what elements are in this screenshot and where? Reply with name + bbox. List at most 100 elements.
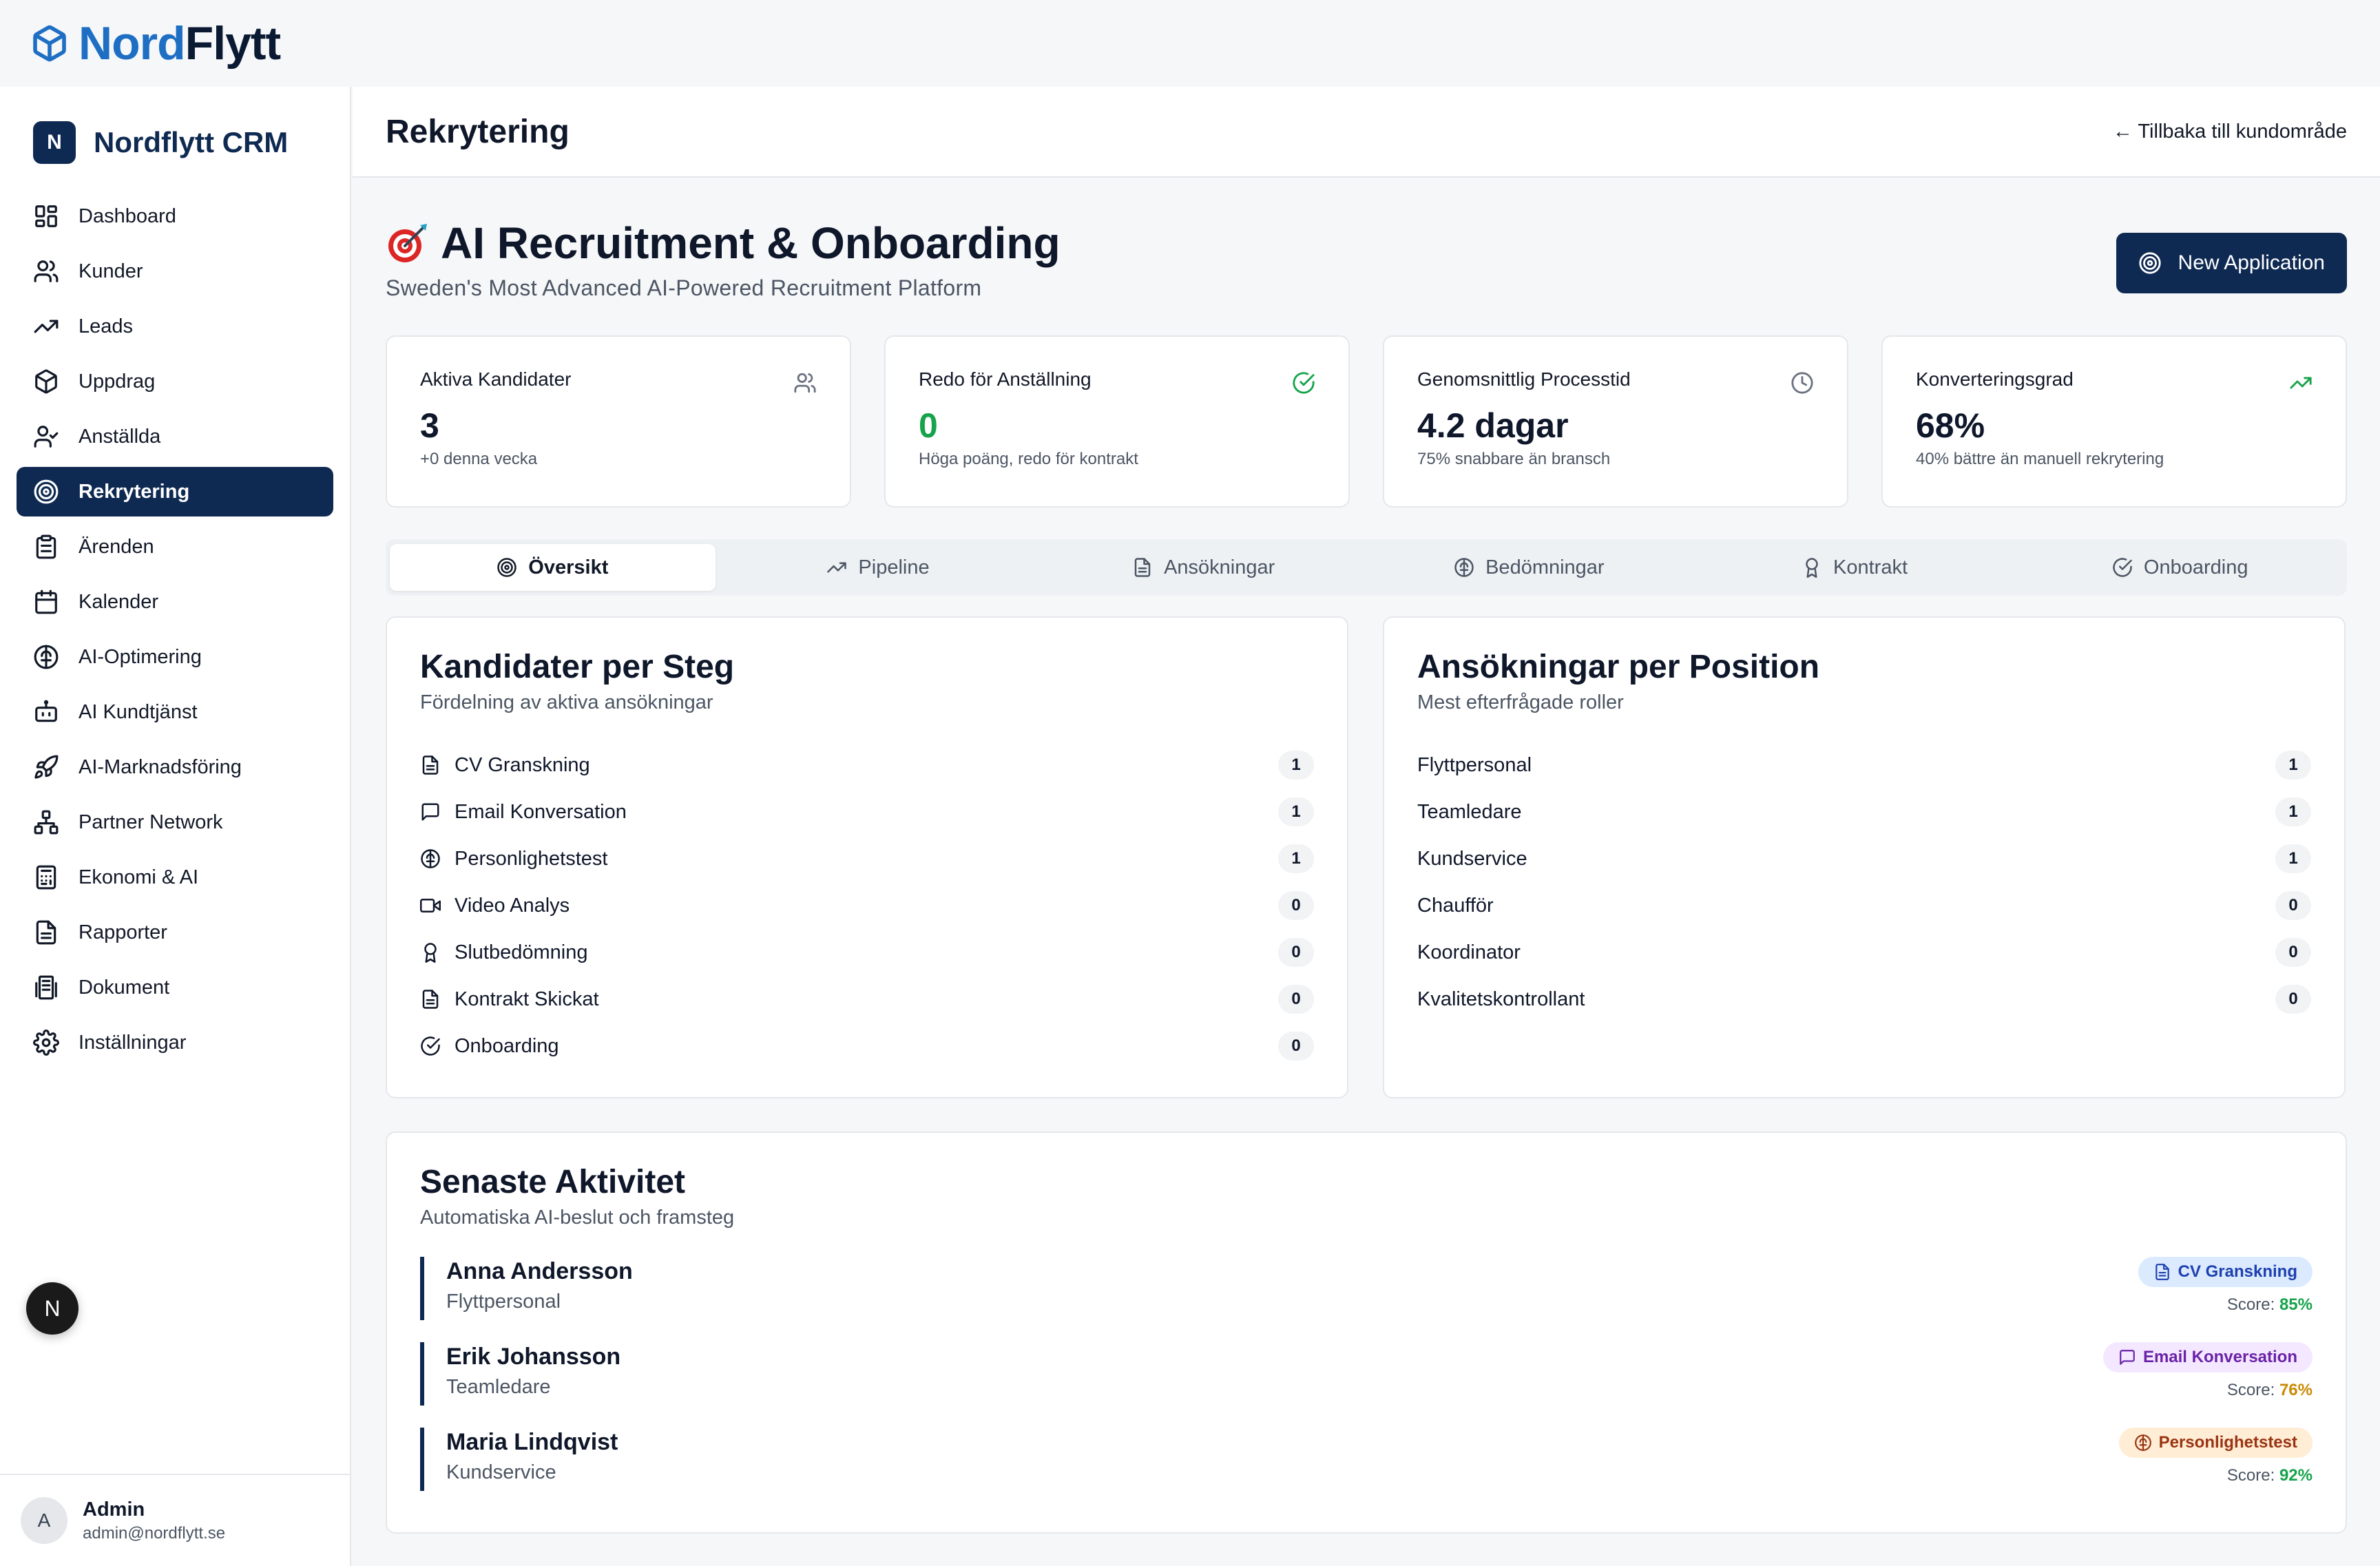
tab-ans-kningar[interactable]: Ansökningar <box>1041 544 1366 591</box>
sidebar-item-inst-llningar[interactable]: Inställningar <box>17 1018 333 1067</box>
sidebar-item-label: Rekrytering <box>79 480 190 503</box>
stat-icon-wrap <box>793 371 817 395</box>
positions-subtitle: Mest efterfrågade roller <box>1417 691 1624 713</box>
sidebar-item-anst-llda[interactable]: Anställda <box>17 412 333 461</box>
stage-badge-label: Personlighetstest <box>2158 1433 2297 1452</box>
activity-item[interactable]: Erik Johansson Teamledare Email Konversati… <box>420 1342 2313 1406</box>
network-icon <box>34 810 59 835</box>
users-icon <box>794 373 816 393</box>
stat-card: Redo för Anställning 0 Höga poäng, redo fö… <box>884 335 1350 508</box>
sidebar-item-renden[interactable]: Ärenden <box>17 522 333 572</box>
calendar-icon <box>35 589 57 614</box>
position-label: Kundservice <box>1417 847 1527 870</box>
tab-label: Kontrakt <box>1833 556 1908 578</box>
tab-kontrakt[interactable]: Kontrakt <box>1692 544 2018 591</box>
tab-label: Översikt <box>528 556 609 578</box>
activity-item[interactable]: Maria Lindqvist Kundservice Personlighetst… <box>420 1428 2313 1491</box>
stage-count-badge: 0 <box>1278 891 1314 920</box>
sidebar-item-kalender[interactable]: Kalender <box>17 577 333 627</box>
sidebar-item-ai-optimering[interactable]: AI-Optimering <box>17 632 333 682</box>
stages-subtitle: Fördelning av aktiva ansökningar <box>420 691 713 713</box>
hero: AI Recruitment & Onboarding Sweden's Mos… <box>386 218 2347 301</box>
sidebar: N Nordflytt CRM Dashboard Kunder Leads Uppd… <box>0 87 351 1566</box>
score-value: 76% <box>2279 1381 2313 1399</box>
sidebar-item-label: Kunder <box>79 260 143 282</box>
users-icon <box>34 260 59 282</box>
sidebar-item-label: Ekonomi & AI <box>79 866 199 888</box>
next-badge[interactable]: N <box>26 1282 79 1335</box>
tab-pipeline[interactable]: Pipeline <box>716 544 1041 591</box>
sidebar-item-label: Kalender <box>79 590 159 613</box>
position-row: Chaufför 0 <box>1417 882 2311 929</box>
sidebar-item-rapporter[interactable]: Rapporter <box>17 908 333 957</box>
sidebar-nav: Dashboard Kunder Leads Uppdrag Anställda Rekr… <box>0 191 350 1067</box>
sidebar-item-label: AI-Marknadsföring <box>79 755 242 778</box>
stat-card: Konverteringsgrad 68% 40% bättre än manuel… <box>1881 335 2347 508</box>
stage-row: CV Granskning 1 <box>420 742 1314 789</box>
page-title: Rekrytering <box>386 113 570 150</box>
sidebar-item-kunder[interactable]: Kunder <box>17 247 333 296</box>
sidebar-item-ai-marknadsf-ring[interactable]: AI-Marknadsföring <box>17 742 333 792</box>
tab-label: Ansökningar <box>1164 556 1275 578</box>
stat-icon-wrap <box>1791 371 1814 395</box>
tab-onboarding[interactable]: Onboarding <box>2017 544 2343 591</box>
activity-subtitle: Automatiska AI-beslut och framsteg <box>420 1207 735 1229</box>
bot-icon <box>35 700 57 722</box>
activity-status: CV Granskning Score: 85% <box>2138 1257 2313 1320</box>
stage-label: Video Analys <box>455 894 570 917</box>
sidebar-item-ekonomi-ai[interactable]: Ekonomi & AI <box>17 853 333 902</box>
tab-bar: Översikt Pipeline Ansökningar Bedömningar Ko… <box>386 539 2347 596</box>
sidebar-item-ai-kundtj-nst[interactable]: AI Kundtjänst <box>17 687 333 737</box>
brain-icon <box>34 645 59 669</box>
stage-label: Slutbedömning <box>455 941 588 963</box>
position-label: Koordinator <box>1417 941 1521 963</box>
back-to-customer-link[interactable]: ← Tillbaka till kundområde <box>2113 121 2347 143</box>
award-icon <box>424 943 437 963</box>
candidate-name: Maria Lindqvist <box>446 1429 618 1455</box>
new-application-button[interactable]: New Application <box>2116 233 2347 293</box>
stage-badge: Email Konversation <box>2102 1342 2313 1372</box>
sidebar-item-dokument[interactable]: Dokument <box>17 963 333 1012</box>
position-label: Flyttpersonal <box>1417 753 1532 776</box>
brand-part-1: Nord <box>79 17 186 70</box>
tab-label: Onboarding <box>2143 556 2248 578</box>
stage-count-badge: 0 <box>1278 1032 1314 1061</box>
calculator-icon <box>36 865 56 890</box>
position-row: Kundservice 1 <box>1417 835 2311 882</box>
crm-logo: N <box>33 121 76 164</box>
box-logo-icon <box>33 25 66 62</box>
stage-row-left: Kontrakt Skickat <box>420 988 599 1011</box>
stage-count-badge: 1 <box>1278 797 1314 826</box>
sidebar-item-label: Anställda <box>79 425 161 448</box>
user-profile[interactable]: A Admin admin@nordflytt.se <box>0 1474 350 1566</box>
sidebar-item-label: Dokument <box>79 976 170 999</box>
stages-title: Kandidater per Steg <box>420 649 735 685</box>
check-circle-icon <box>1293 372 1315 394</box>
file-text-icon <box>1134 558 1151 577</box>
avatar: A <box>21 1497 67 1544</box>
stat-value: 0 <box>919 406 938 445</box>
tab-bed-mningar[interactable]: Bedömningar <box>1366 544 1692 591</box>
stages-card: Kandidater per Steg Fördelning av aktiva… <box>386 616 1348 1098</box>
position-row: Teamledare 1 <box>1417 789 2311 835</box>
sidebar-header[interactable]: N Nordflytt CRM <box>0 87 350 191</box>
user-check-icon <box>34 426 59 448</box>
user-email: admin@nordflytt.se <box>83 1523 226 1543</box>
trending-up-icon <box>2290 377 2312 389</box>
sidebar-item-uppdrag[interactable]: Uppdrag <box>17 357 333 406</box>
position-label: Teamledare <box>1417 800 1522 823</box>
sidebar-item-label: Partner Network <box>79 811 223 833</box>
sidebar-item-rekrytering[interactable]: Rekrytering <box>17 467 333 516</box>
sidebar-item-label: AI-Optimering <box>79 645 202 668</box>
sidebar-item-leads[interactable]: Leads <box>17 302 333 351</box>
tab-versikt[interactable]: Översikt <box>390 544 716 591</box>
position-row: Koordinator 0 <box>1417 929 2311 976</box>
position-label: Chaufför <box>1417 894 1494 917</box>
brand-logo[interactable]: NordFlytt <box>30 17 281 70</box>
sidebar-item-partner-network[interactable]: Partner Network <box>17 797 333 847</box>
brand-bar: NordFlytt <box>0 0 2380 87</box>
activity-item[interactable]: Anna Andersson Flyttpersonal CV Granskning… <box>420 1257 2313 1320</box>
stage-label: Email Konversation <box>455 800 627 823</box>
score-value: 92% <box>2279 1466 2313 1485</box>
sidebar-item-dashboard[interactable]: Dashboard <box>17 191 333 241</box>
